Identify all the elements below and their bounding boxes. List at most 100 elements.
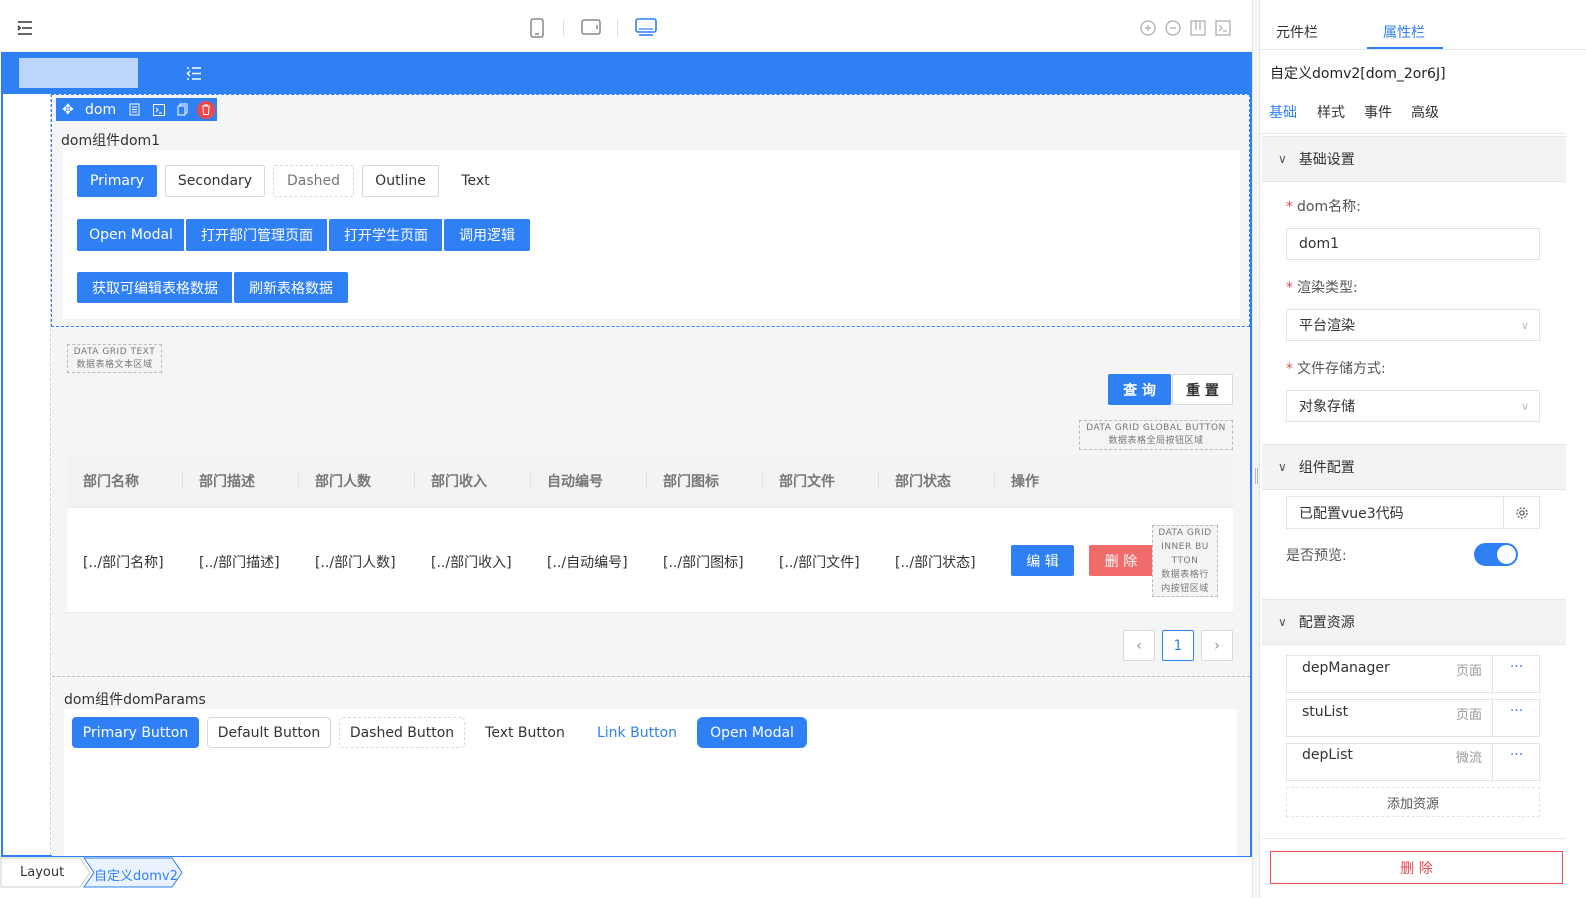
mobile-icon[interactable] [530, 18, 544, 38]
column-divider [298, 472, 299, 490]
dom-params-component: dom组件domParams [52, 678, 1250, 856]
row-delete-button[interactable]: 删 除 [1089, 545, 1153, 576]
chevron-down-icon: ∨ [1278, 152, 1287, 166]
top-toolbar [0, 0, 1252, 52]
column-header: 操作 [1011, 474, 1039, 490]
panel-tabs: 元件栏 属性栏 [1260, 0, 1586, 50]
subtab-advanced[interactable]: 高级 [1411, 102, 1439, 122]
dashed-button-2[interactable]: Dashed Button [339, 717, 465, 748]
component-config-header[interactable]: ∨ 组件配置 [1262, 444, 1566, 490]
column-header: 部门收入 [431, 474, 487, 490]
render-type-select[interactable]: 平台渲染 ∨ [1286, 309, 1540, 341]
tab-components[interactable]: 元件栏 [1276, 22, 1318, 42]
drag-handle-icon[interactable]: ✥ [62, 102, 76, 118]
render-type-label: * 渲染类型: [1286, 280, 1358, 296]
page-1-button[interactable]: 1 [1162, 630, 1194, 661]
document-icon[interactable] [129, 103, 140, 116]
resource-more-button[interactable]: ··· [1492, 700, 1540, 736]
breadcrumb-item-layout[interactable]: Layout [20, 865, 64, 880]
active-tab-indicator [1367, 47, 1443, 49]
query-button[interactable]: 查 询 [1108, 374, 1171, 405]
open-student-page-button[interactable]: 打开学生页面 [329, 219, 443, 251]
data-table: 部门名称 部门描述 部门人数 部门收入 自动编号 部门图标 部门文件 部门状态 … [67, 455, 1233, 613]
grid-icon[interactable] [1190, 20, 1206, 36]
basic-settings-header[interactable]: ∨ 基础设置 [1262, 136, 1566, 182]
storage-label: * 文件存储方式: [1286, 361, 1386, 377]
selection-toolbar: ✥ dom [56, 98, 217, 121]
open-modal-button-2[interactable]: Open Modal [697, 717, 807, 748]
table-cell: [../部门描述] [199, 555, 280, 571]
grid-text-placeholder: DATA GRID TEXT 数据表格文本区域 [67, 344, 162, 373]
zoom-in-icon[interactable] [1140, 20, 1156, 36]
resource-item[interactable]: depManager 页面 ··· [1286, 655, 1540, 693]
preview-toggle[interactable] [1474, 543, 1518, 566]
vue3-code-value: 已配置vue3代码 [1299, 505, 1404, 522]
secondary-button[interactable]: Secondary [165, 165, 265, 197]
get-editable-data-button[interactable]: 获取可编辑表格数据 [77, 272, 233, 303]
dom-name-input[interactable]: dom1 [1286, 228, 1540, 260]
resource-item[interactable]: stuList 页面 ··· [1286, 699, 1540, 737]
delete-component-button[interactable]: 删 除 [1270, 851, 1563, 884]
code-icon[interactable] [1215, 20, 1231, 36]
table-cell: [../部门名称] [83, 555, 164, 571]
subtab-basic[interactable]: 基础 [1269, 102, 1297, 122]
panel-subtabs: 基础 样式 事件 高级 [1260, 92, 1566, 134]
toolbar-divider [563, 20, 564, 36]
add-resource-button[interactable]: 添加资源 [1286, 787, 1540, 817]
open-dept-page-button[interactable]: 打开部门管理页面 [186, 219, 328, 251]
logo-placeholder [19, 58, 138, 88]
subtab-events[interactable]: 事件 [1364, 102, 1392, 122]
basic-settings-title: 基础设置 [1298, 152, 1355, 168]
table-header: 部门名称 部门描述 部门人数 部门收入 自动编号 部门图标 部门文件 部门状态 … [67, 455, 1233, 508]
row-edit-button[interactable]: 编 辑 [1011, 545, 1074, 576]
zoom-out-icon[interactable] [1165, 20, 1181, 36]
call-logic-button[interactable]: 调用逻辑 [444, 219, 530, 251]
resource-item[interactable]: depList 微流 ··· [1286, 743, 1540, 781]
render-type-value: 平台渲染 [1299, 318, 1355, 334]
primary-button-2[interactable]: Primary Button [72, 717, 199, 748]
resource-more-button[interactable]: ··· [1492, 656, 1540, 692]
subtab-style[interactable]: 样式 [1317, 102, 1345, 122]
dom-name-label: * dom名称: [1286, 199, 1361, 215]
table-cell: [../部门文件] [779, 555, 860, 571]
open-modal-button[interactable]: Open Modal [77, 219, 185, 251]
column-divider [646, 472, 647, 490]
resource-name: depManager [1302, 660, 1390, 676]
dashed-button[interactable]: Dashed [273, 165, 354, 197]
resource-type: 页面 [1456, 664, 1483, 679]
primary-button[interactable]: Primary [77, 165, 157, 197]
storage-value: 对象存储 [1299, 399, 1355, 415]
link-button[interactable]: Link Button [585, 717, 689, 748]
next-page-button[interactable]: › [1201, 630, 1233, 661]
storage-select[interactable]: 对象存储 ∨ [1286, 390, 1540, 422]
delete-icon[interactable] [197, 100, 216, 119]
settings-button[interactable] [1503, 497, 1539, 528]
text-button-2[interactable]: Text Button [473, 717, 577, 748]
desktop-icon[interactable] [635, 18, 657, 36]
menu-icon[interactable] [17, 21, 33, 35]
breadcrumb-item-current[interactable]: 自定义domv2 [94, 865, 178, 884]
prev-page-button[interactable]: ‹ [1123, 630, 1155, 661]
tablet-icon[interactable] [581, 19, 601, 35]
collapse-menu-icon[interactable] [186, 67, 202, 80]
tab-properties[interactable]: 属性栏 [1383, 22, 1425, 42]
panel-splitter[interactable] [1252, 0, 1260, 898]
table-cell: [../部门人数] [315, 555, 396, 571]
resources-header[interactable]: ∨ 配置资源 [1262, 599, 1566, 645]
column-header: 部门名称 [83, 474, 139, 490]
vue3-code-field[interactable]: 已配置vue3代码 [1286, 496, 1540, 529]
reset-button[interactable]: 重 置 [1172, 374, 1233, 405]
toggle-knob [1497, 545, 1516, 564]
resource-name: depList [1302, 747, 1353, 763]
panel-title: 自定义domv2[dom_2or6J] [1270, 66, 1446, 82]
text-button[interactable]: Text [447, 165, 504, 197]
default-button[interactable]: Default Button [207, 717, 331, 748]
layout-header-bar [3, 52, 1250, 94]
outline-button[interactable]: Outline [362, 165, 439, 197]
terminal-icon[interactable] [153, 103, 166, 116]
copy-icon[interactable] [177, 103, 188, 116]
resource-more-button[interactable]: ··· [1492, 744, 1540, 780]
refresh-table-button[interactable]: 刷新表格数据 [234, 272, 348, 303]
preview-label: 是否预览: [1286, 548, 1347, 564]
table-cell: [../部门图标] [663, 555, 744, 571]
